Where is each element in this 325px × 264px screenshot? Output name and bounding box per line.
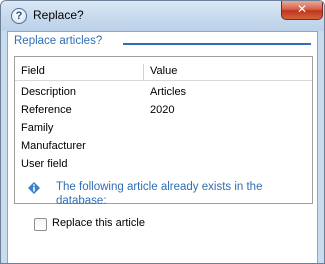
replace-checkbox[interactable]	[34, 218, 47, 231]
replace-dialog: ? Replace? ✕ Replace articles? Field Val…	[0, 0, 325, 264]
table-row[interactable]: Family	[15, 120, 312, 138]
table-row[interactable]: Description Articles	[15, 84, 312, 102]
cell-field: User field	[21, 158, 68, 170]
cell-field: Description	[21, 86, 77, 98]
title-bar: ? Replace? ✕	[1, 1, 324, 31]
cell-value: 2020	[150, 104, 175, 116]
column-divider[interactable]	[143, 64, 144, 80]
table-row[interactable]: User field	[15, 156, 312, 174]
table-row[interactable]: Reference 2020	[15, 102, 312, 120]
group-title: Replace articles?	[14, 35, 103, 47]
group-divider	[123, 43, 311, 45]
question-icon: ?	[11, 8, 27, 24]
replace-checkbox-label[interactable]: Replace this article	[52, 217, 145, 229]
message-text: The following article already exists in …	[56, 181, 263, 207]
dialog-body: Replace articles? Field Value Descriptio…	[7, 31, 318, 263]
table-header: Field Value	[15, 64, 312, 81]
info-icon	[28, 182, 40, 194]
window-title: Replace?	[33, 8, 84, 22]
table-row[interactable]: Manufacturer	[15, 138, 312, 156]
column-header-field[interactable]: Field	[21, 65, 45, 77]
column-header-value[interactable]: Value	[150, 65, 177, 77]
cell-field: Family	[21, 122, 54, 134]
cell-value: Articles	[150, 86, 187, 98]
cell-field: Manufacturer	[21, 140, 86, 152]
cell-field: Reference	[21, 104, 72, 116]
close-button[interactable]: ✕	[281, 1, 323, 20]
